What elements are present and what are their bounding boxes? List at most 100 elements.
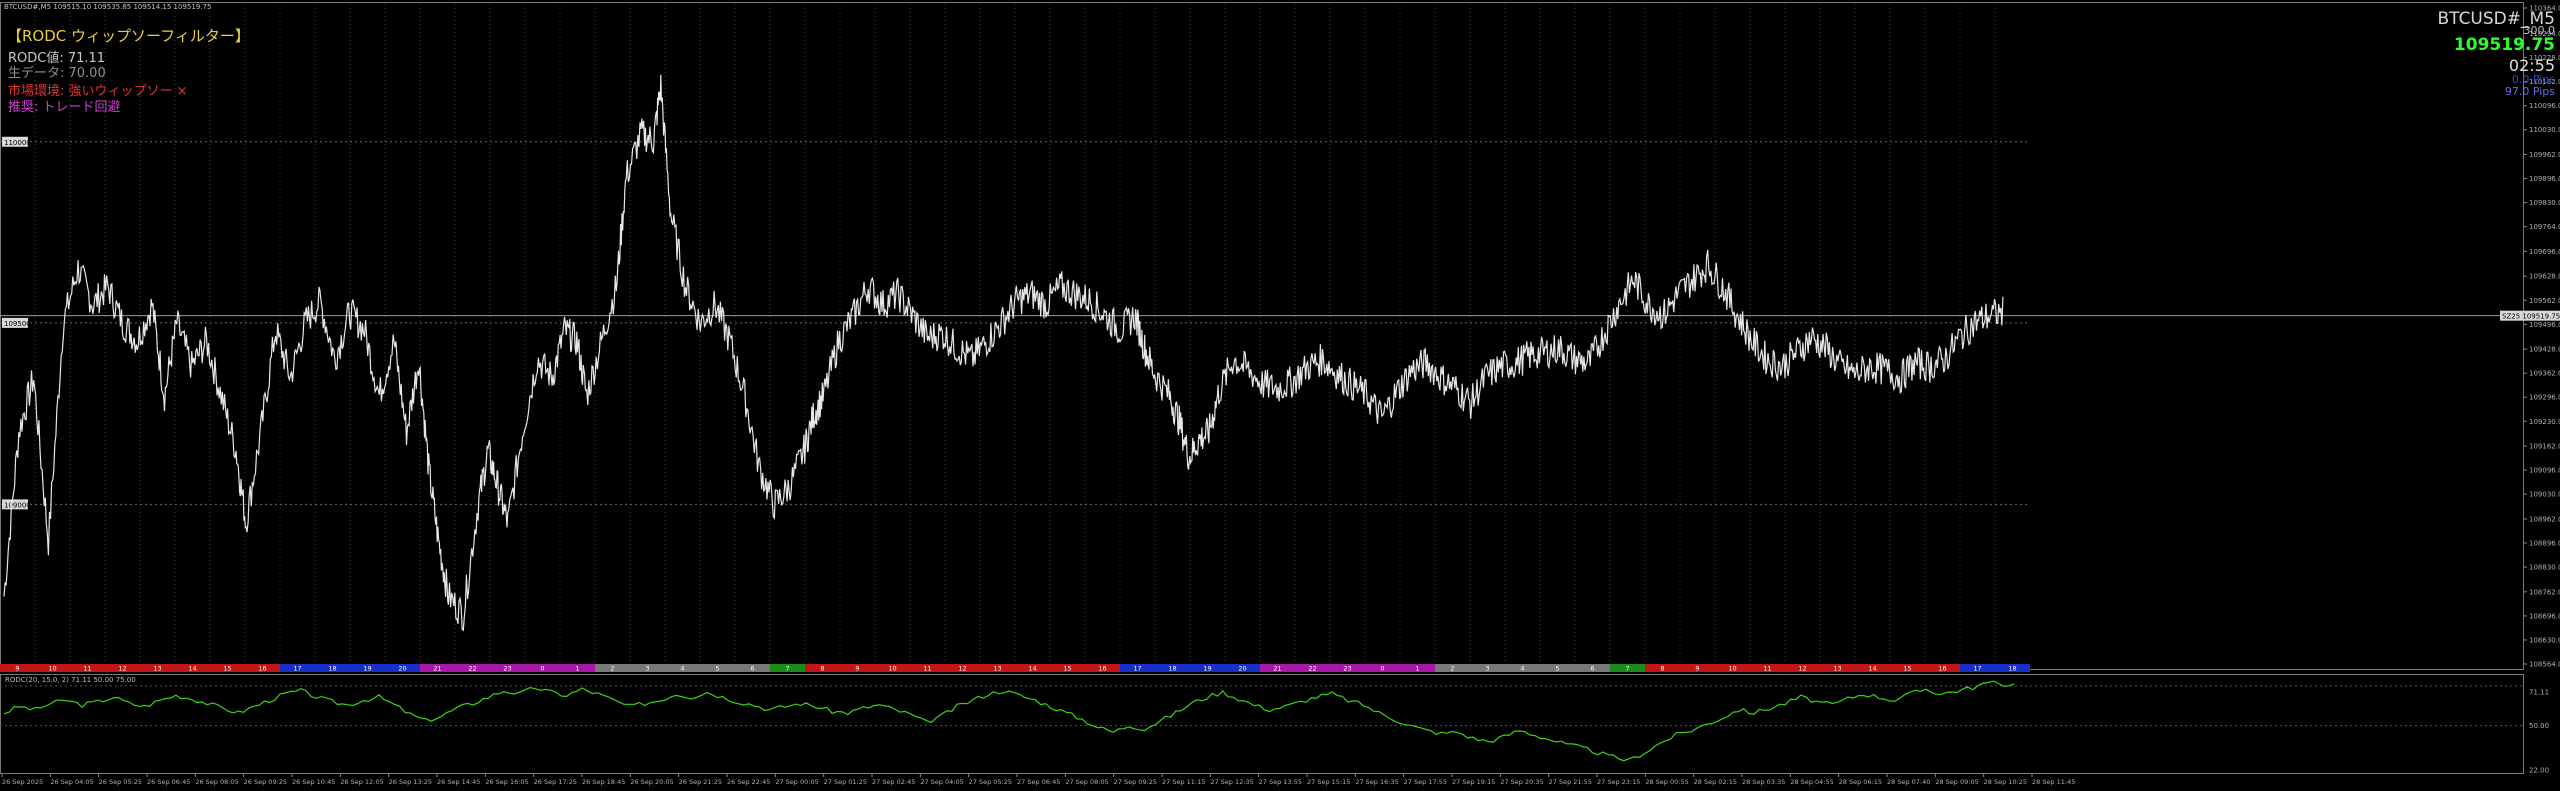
hour-strip-label: 1	[575, 665, 579, 673]
current-price-tag-label: SZ25 109519.75	[2502, 313, 2560, 321]
pips-readout-2: 97.0 Pips	[2504, 85, 2555, 98]
hour-strip-label: 15	[223, 665, 231, 673]
hour-strip-label: 15	[1903, 665, 1911, 673]
time-tick-label: 26 Sep 08:05	[195, 778, 238, 786]
hour-strip-label: 9	[855, 665, 859, 673]
price-tick-label: 109230.00	[2529, 418, 2560, 426]
time-tick-label: 26 Sep 16:05	[485, 778, 528, 786]
hour-strip-label: 5	[715, 665, 719, 673]
price-tick-label: 110096.00	[2529, 102, 2560, 110]
time-tick-label: 27 Sep 00:05	[775, 778, 818, 786]
hour-strip-label: 6	[1590, 665, 1594, 673]
right-panel-bid-price: 109519.75	[2453, 35, 2555, 55]
rodc-axis-label: 50.00	[2529, 722, 2549, 730]
hour-strip-label: 15	[1063, 665, 1071, 673]
hour-strip-label: 7	[1625, 665, 1629, 673]
time-tick-label: 27 Sep 01:25	[824, 778, 867, 786]
price-tick-label: 109962.00	[2529, 151, 2560, 159]
time-tick-label: 26 Sep 13:25	[389, 778, 432, 786]
hour-strip-label: 23	[1343, 665, 1351, 673]
hour-strip-label: 17	[1973, 665, 1981, 673]
hour-strip-label: 3	[645, 665, 649, 673]
price-tick-label: 108630.00	[2529, 636, 2560, 644]
time-tick-label: 26 Sep 10:45	[292, 778, 335, 786]
time-tick-label: 28 Sep 11:45	[2032, 778, 2075, 786]
price-tick-label: 109628.00	[2529, 273, 2560, 281]
hour-strip-label: 11	[83, 665, 91, 673]
time-tick-label: 27 Sep 21:55	[1549, 778, 1592, 786]
price-tick-label: 109896.00	[2529, 175, 2560, 183]
time-tick-label: 27 Sep 15:15	[1307, 778, 1350, 786]
hour-strip-label: 13	[993, 665, 1001, 673]
hour-strip-label: 18	[2008, 665, 2016, 673]
time-tick-label: 28 Sep 00:55	[1645, 778, 1688, 786]
time-tick-label: 26 Sep 06:45	[147, 778, 190, 786]
time-tick-label: 27 Sep 12:35	[1210, 778, 1253, 786]
time-tick-label: 27 Sep 23:15	[1597, 778, 1640, 786]
hour-strip-label: 22	[1308, 665, 1316, 673]
raw-data-value: 生データ: 70.00	[8, 66, 106, 81]
level-label: 110000	[4, 139, 31, 147]
hour-strip-label: 12	[1798, 665, 1806, 673]
indicator-title: 【RODC ウィップソーフィルター】	[7, 27, 250, 45]
price-tick-label: 109764.00	[2529, 223, 2560, 231]
time-tick-label: 27 Sep 09:25	[1114, 778, 1157, 786]
hour-strip-label: 10	[888, 665, 896, 673]
time-tick-label: 27 Sep 16:35	[1355, 778, 1398, 786]
hour-strip-label: 9	[15, 665, 19, 673]
hour-strip-label: 16	[1938, 665, 1946, 673]
main-panel-frame	[0, 2, 2524, 670]
time-tick-label: 27 Sep 04:05	[920, 778, 963, 786]
price-tick-label: 110030.00	[2529, 126, 2560, 134]
hour-strip-label: 0	[1380, 665, 1384, 673]
hour-strip-label: 14	[188, 665, 196, 673]
price-tick-label: 109162.00	[2529, 443, 2560, 451]
time-tick-label: 27 Sep 02:45	[872, 778, 915, 786]
price-tick-label: 108962.00	[2529, 515, 2560, 523]
price-tick-label: 108762.00	[2529, 588, 2560, 596]
hour-strip-label: 19	[363, 665, 371, 673]
hour-strip-label: 7	[785, 665, 789, 673]
hour-strip-label: 4	[680, 665, 684, 673]
time-tick-label: 26 Sep 20:05	[630, 778, 673, 786]
chart-canvas[interactable]: 110364.00110294.00110228.00110162.001100…	[0, 0, 2560, 791]
level-label: 109000	[4, 501, 31, 509]
indicator-label: RODC(20, 15.0, 2) 71.11 50.00 75.00	[5, 676, 136, 684]
time-tick-label: 26 Sep 22:45	[727, 778, 770, 786]
price-tick-label: 109562.00	[2529, 297, 2560, 305]
hour-strip-label: 2	[1450, 665, 1454, 673]
hour-strip-label: 18	[328, 665, 336, 673]
hour-strip-label: 9	[1695, 665, 1699, 673]
price-series-line	[3, 74, 2004, 632]
time-tick-label: 28 Sep 03:35	[1742, 778, 1785, 786]
hour-strip-label: 22	[468, 665, 476, 673]
hour-strip-label: 3	[1485, 665, 1489, 673]
hour-strip-label: 8	[820, 665, 824, 673]
hour-strip-label: 8	[1660, 665, 1664, 673]
time-tick-label: 27 Sep 17:55	[1404, 778, 1447, 786]
level-label: 109500	[4, 320, 31, 328]
chart-window[interactable]: 110364.00110294.00110228.00110162.001100…	[0, 0, 2560, 791]
hour-strip-label: 18	[1168, 665, 1176, 673]
time-tick-label: 26 Sep 14:45	[437, 778, 480, 786]
hour-strip-label: 4	[1520, 665, 1524, 673]
time-tick-label: 26 Sep 17:25	[534, 778, 577, 786]
hour-strip-label: 2	[610, 665, 614, 673]
time-tick-label: 26 Sep 2025	[2, 778, 43, 786]
hour-strip-label: 6	[750, 665, 754, 673]
hour-strip-label: 12	[118, 665, 126, 673]
price-tick-label: 108830.00	[2529, 564, 2560, 572]
price-tick-label: 109830.00	[2529, 199, 2560, 207]
price-tick-label: 108564.00	[2529, 661, 2560, 669]
hour-strip-label: 11	[1763, 665, 1771, 673]
time-tick-label: 28 Sep 06:15	[1839, 778, 1882, 786]
rodc-axis-label: 22.00	[2529, 767, 2549, 775]
hour-strip-label: 1	[1415, 665, 1419, 673]
price-tick-label: 109428.00	[2529, 346, 2560, 354]
hour-strip-label: 0	[540, 665, 544, 673]
time-tick-label: 28 Sep 04:55	[1790, 778, 1833, 786]
price-tick-label: 109096.00	[2529, 467, 2560, 475]
hour-strip-label: 11	[923, 665, 931, 673]
time-tick-label: 27 Sep 13:55	[1259, 778, 1302, 786]
rodc-line	[3, 680, 2015, 762]
